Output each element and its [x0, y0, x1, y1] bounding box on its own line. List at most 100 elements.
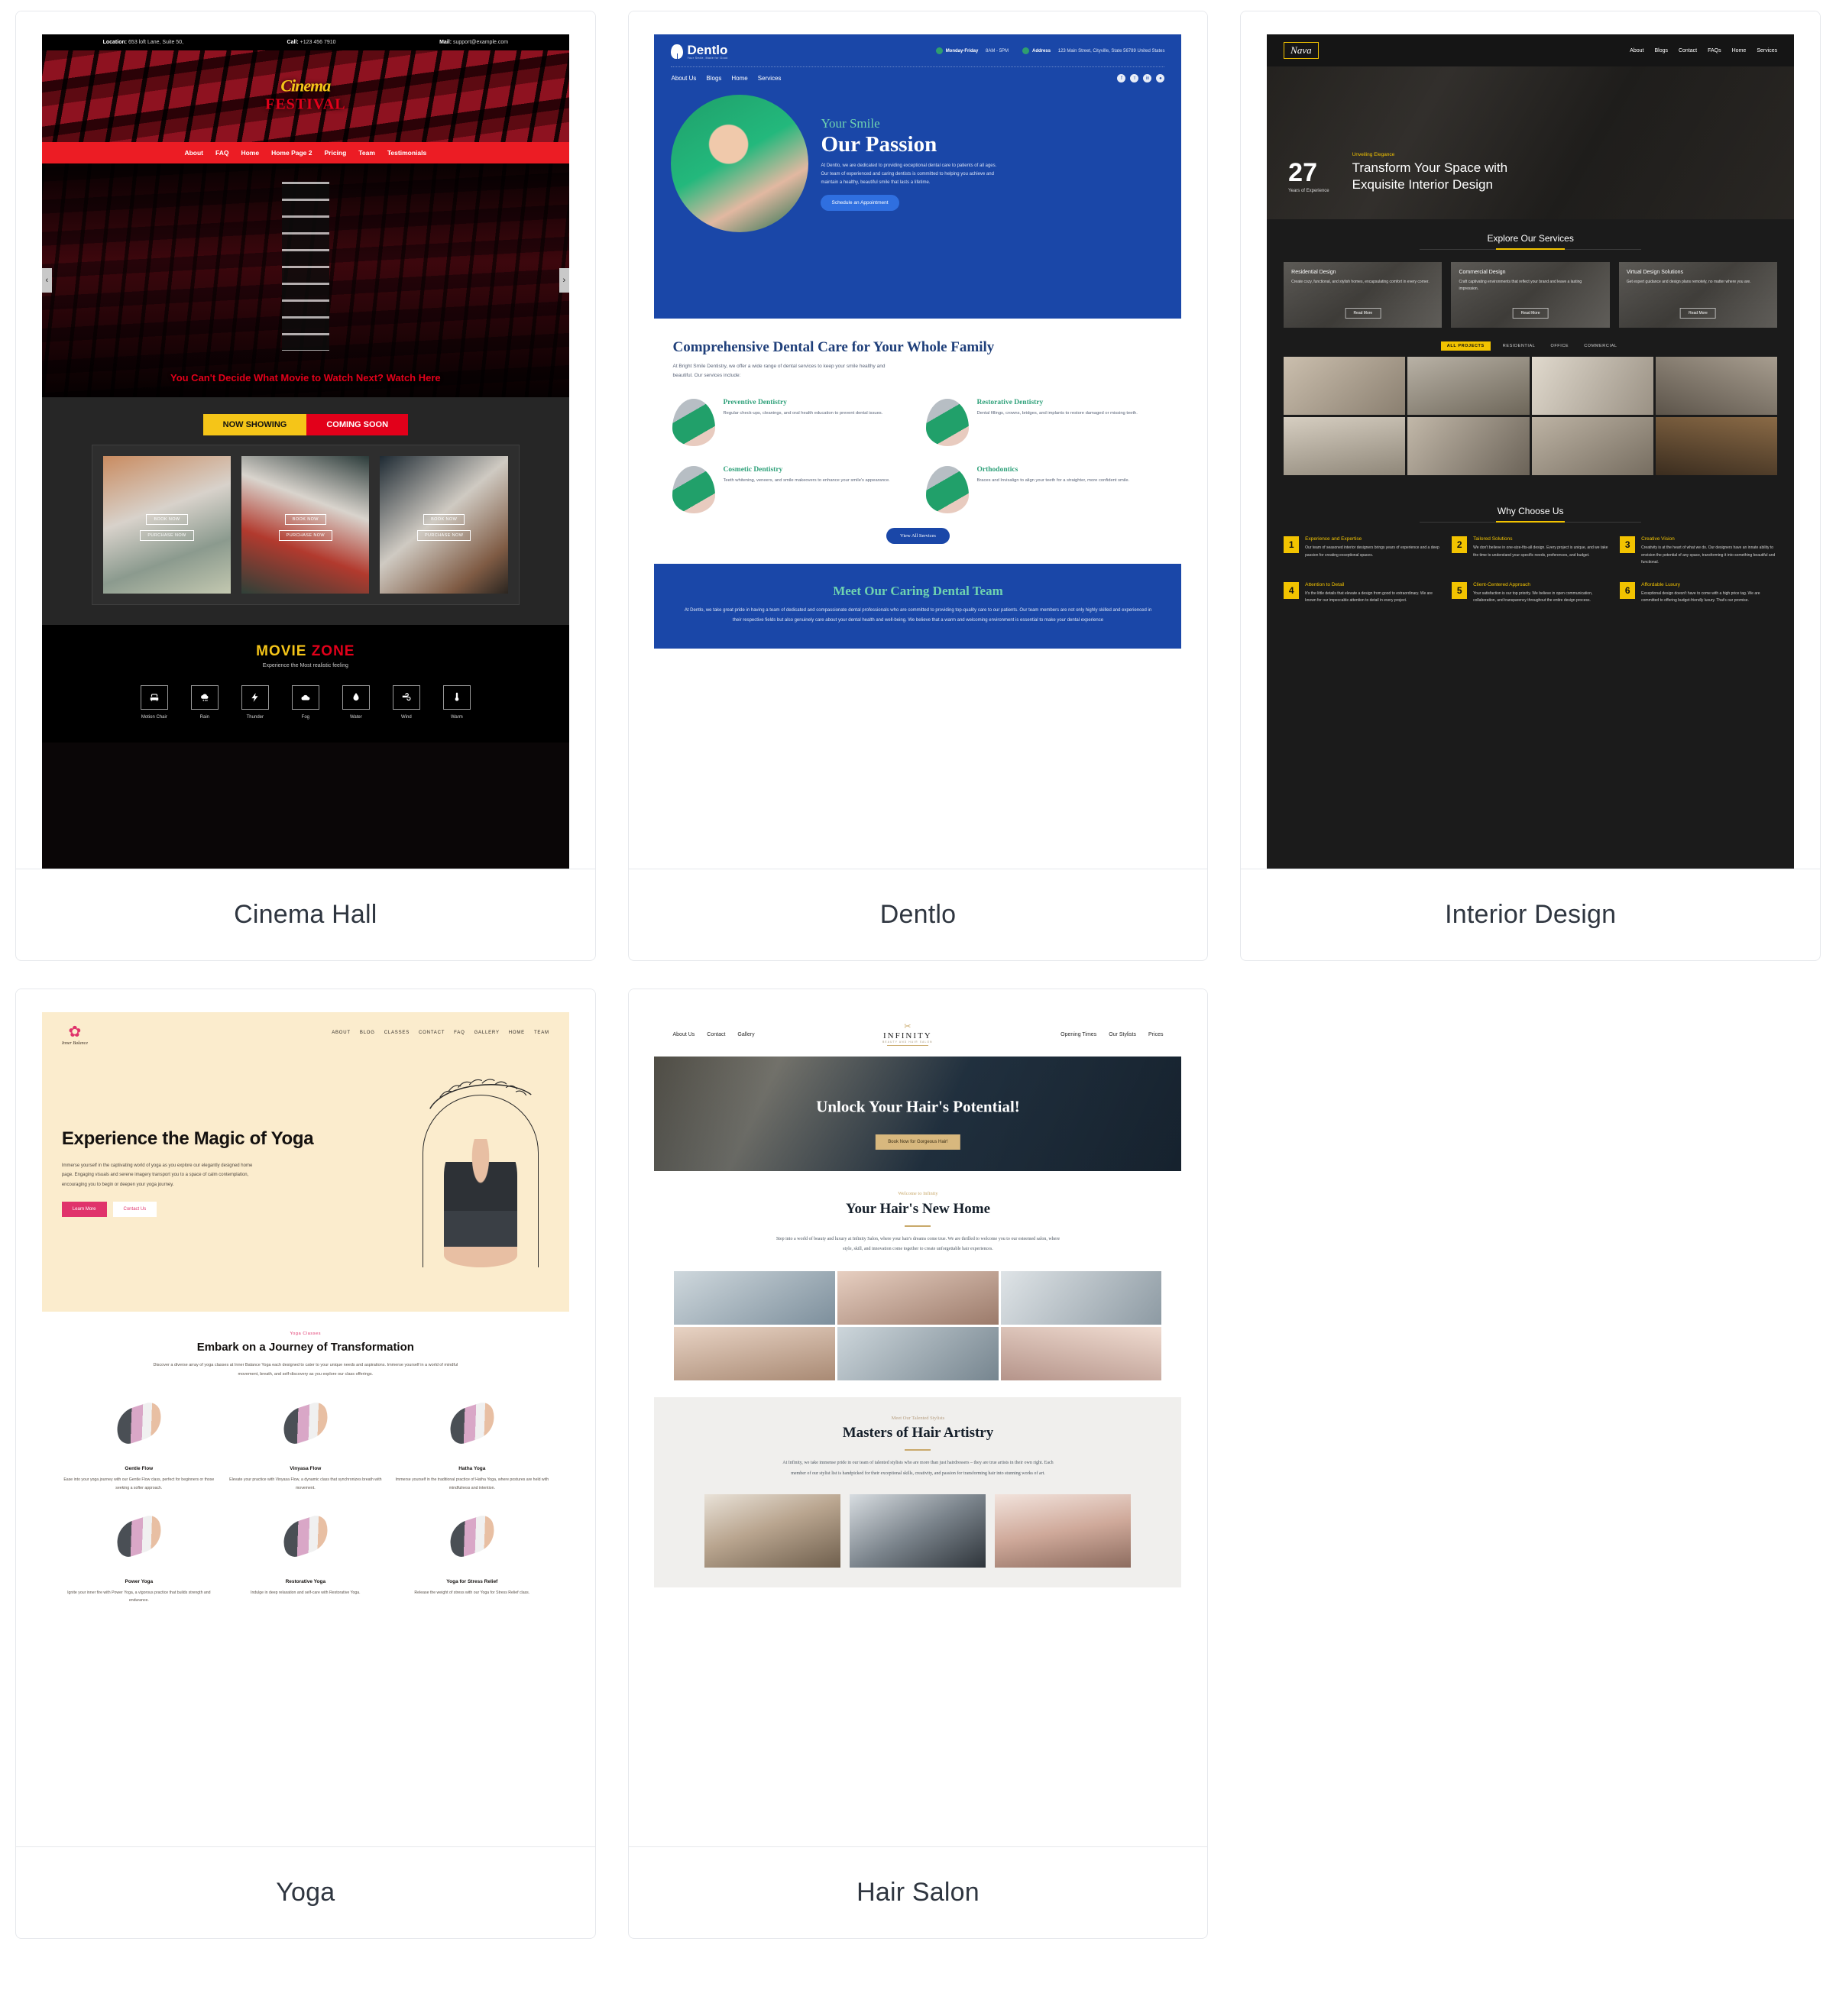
- feature-thunder[interactable]: Thunder: [241, 685, 269, 720]
- stylist-photo[interactable]: [850, 1493, 986, 1568]
- feature-motion-chair[interactable]: Motion Chair: [140, 685, 168, 720]
- yoga-nav-item[interactable]: HOME: [509, 1031, 525, 1035]
- book-now-button[interactable]: Book Now for Gorgeous Hair!: [876, 1134, 960, 1150]
- feature-fog[interactable]: Fog: [291, 685, 319, 720]
- purchase-now-button[interactable]: PURCHASE NOW: [278, 529, 332, 541]
- service-item[interactable]: Preventive Dentistry Regular check-ups, c…: [672, 399, 909, 447]
- hair-nav-item[interactable]: Contact: [707, 1032, 725, 1037]
- slider-prev-icon[interactable]: ‹: [41, 268, 52, 293]
- dentlo-nav-item[interactable]: Services: [758, 75, 782, 82]
- yoga-nav[interactable]: ABOUT BLOG CLASSES CONTACT FAQ GALLERY H…: [332, 1024, 549, 1035]
- yoga-hero-buttons[interactable]: Learn More Contact Us: [61, 1202, 400, 1218]
- interior-nav-item[interactable]: Services: [1757, 48, 1777, 53]
- interior-nav[interactable]: About Blogs Contact FAQs Home Services: [1630, 48, 1777, 53]
- yoga-class-card[interactable]: Yoga for Stress Relief Release the weigh…: [395, 1510, 549, 1605]
- gallery-image[interactable]: [1655, 357, 1778, 415]
- gallery-image[interactable]: [837, 1271, 999, 1325]
- learn-more-button[interactable]: Learn More: [61, 1202, 107, 1218]
- dentlo-nav-item[interactable]: About Us: [671, 75, 696, 82]
- gallery-image[interactable]: [1000, 1327, 1162, 1381]
- yoga-nav-item[interactable]: FAQ: [454, 1031, 465, 1035]
- slider-next-icon[interactable]: ›: [559, 268, 569, 293]
- purchase-now-button[interactable]: PURCHASE NOW: [416, 529, 471, 541]
- preview-hair-salon[interactable]: About Us Contact Gallery ✂ INFINITY BEAU…: [628, 989, 1208, 1846]
- book-now-button[interactable]: BOOK NOW: [284, 513, 326, 525]
- gallery-image[interactable]: [1655, 417, 1778, 475]
- read-more-button[interactable]: Read More: [1680, 308, 1716, 319]
- purchase-now-button[interactable]: PURCHASE NOW: [140, 529, 194, 541]
- book-now-button[interactable]: BOOK NOW: [423, 513, 465, 525]
- cinema-logo[interactable]: Cinema FESTIVAL: [265, 76, 345, 113]
- yoga-class-card[interactable]: Vinyasa Flow Elevate your practice with …: [228, 1397, 383, 1492]
- filter-residential[interactable]: RESIDENTIAL: [1500, 341, 1539, 351]
- poster-actions[interactable]: BOOK NOW PURCHASE NOW: [380, 513, 507, 541]
- feature-wind[interactable]: Wind: [392, 685, 420, 720]
- gallery-image[interactable]: [1284, 417, 1406, 475]
- cinema-nav[interactable]: About FAQ Home Home Page 2 Pricing Team …: [41, 142, 569, 163]
- feature-warm[interactable]: Warm: [442, 685, 471, 720]
- interior-nav-item[interactable]: About: [1630, 48, 1643, 53]
- filter-commercial[interactable]: COMMERCIAL: [1581, 341, 1620, 351]
- cinema-nav-item[interactable]: Team: [358, 149, 375, 157]
- hair-nav-left[interactable]: About Us Contact Gallery: [672, 1032, 754, 1037]
- facebook-icon[interactable]: f: [1117, 74, 1126, 83]
- filter-office[interactable]: OFFICE: [1547, 341, 1572, 351]
- cinema-watch-link[interactable]: Watch Here: [387, 372, 441, 383]
- read-more-button[interactable]: Read More: [1345, 308, 1381, 319]
- interior-nav-item[interactable]: Blogs: [1654, 48, 1668, 53]
- cinema-nav-item[interactable]: About: [184, 149, 203, 157]
- yoga-class-card[interactable]: Power Yoga Ignite your inner fire with P…: [62, 1510, 216, 1605]
- infinity-logo[interactable]: ✂ INFINITY BEAUTY AND HAIR SALON: [882, 1023, 933, 1046]
- yoga-class-card[interactable]: Hatha Yoga Immerse yourself in the tradi…: [395, 1397, 549, 1492]
- template-card-dentlo[interactable]: Dentlo Your Smile, Made for Good Monday-…: [627, 11, 1209, 961]
- feature-rain[interactable]: Rain: [190, 685, 219, 720]
- yoga-logo[interactable]: ✿ Inner Balance: [62, 1024, 88, 1046]
- yoga-nav-item[interactable]: TEAM: [534, 1031, 549, 1035]
- cinema-nav-item[interactable]: Testimonials: [387, 149, 426, 157]
- dentlo-nav-item[interactable]: Home: [731, 75, 747, 82]
- service-card[interactable]: Virtual Design Solutions Get expert guid…: [1619, 262, 1777, 328]
- cinema-nav-item[interactable]: FAQ: [215, 149, 228, 157]
- read-more-button[interactable]: Read More: [1512, 308, 1549, 319]
- yoga-class-card[interactable]: Restorative Yoga Indulge in deep relaxat…: [228, 1510, 383, 1605]
- template-card-cinema-hall[interactable]: Location: 653 loft Lane, Suite 50, Call:…: [15, 11, 596, 961]
- service-card[interactable]: Residential Design Create cozy, function…: [1284, 262, 1442, 328]
- filter-all-projects[interactable]: ALL PROJECTS: [1440, 341, 1491, 351]
- template-card-hair-salon[interactable]: About Us Contact Gallery ✂ INFINITY BEAU…: [627, 989, 1209, 1939]
- yoga-nav-item[interactable]: CLASSES: [384, 1031, 410, 1035]
- template-card-interior-design[interactable]: Nava About Blogs Contact FAQs Home Servi…: [1240, 11, 1821, 961]
- movie-poster[interactable]: BOOK NOW PURCHASE NOW: [102, 456, 232, 594]
- service-item[interactable]: Restorative Dentistry Dental fillings, cr…: [926, 399, 1163, 447]
- hair-nav-item[interactable]: About Us: [672, 1032, 695, 1037]
- globe-icon[interactable]: ●: [1156, 74, 1165, 83]
- gallery-image[interactable]: [1407, 417, 1530, 475]
- gallery-image[interactable]: [674, 1271, 836, 1325]
- schedule-appointment-button[interactable]: Schedule an Appointment: [821, 195, 899, 212]
- tab-coming-soon[interactable]: COMING SOON: [306, 414, 409, 435]
- dentlo-logo[interactable]: Dentlo Your Smile, Made for Good: [671, 44, 727, 60]
- nava-logo[interactable]: Nava: [1284, 42, 1319, 59]
- preview-interior-design[interactable]: Nava About Blogs Contact FAQs Home Servi…: [1241, 11, 1820, 869]
- stylist-photo[interactable]: [995, 1493, 1132, 1568]
- service-item[interactable]: Orthodontics Braces and Invisalign to ali…: [926, 466, 1163, 514]
- stylist-photo[interactable]: [704, 1493, 841, 1568]
- cinema-nav-item[interactable]: Home Page 2: [271, 149, 312, 157]
- poster-actions[interactable]: BOOK NOW PURCHASE NOW: [103, 513, 231, 541]
- preview-dentlo[interactable]: Dentlo Your Smile, Made for Good Monday-…: [628, 11, 1208, 869]
- book-now-button[interactable]: BOOK NOW: [146, 513, 188, 525]
- yoga-class-card[interactable]: Gentle Flow Ease into your yoga journey …: [62, 1397, 216, 1492]
- template-card-yoga[interactable]: ✿ Inner Balance ABOUT BLOG CLASSES CONTA…: [15, 989, 596, 1939]
- gallery-image[interactable]: [1531, 357, 1653, 415]
- dentlo-nav-item[interactable]: Blogs: [706, 75, 721, 82]
- cinema-nav-item[interactable]: Pricing: [324, 149, 346, 157]
- preview-cinema-hall[interactable]: Location: 653 loft Lane, Suite 50, Call:…: [16, 11, 595, 869]
- yoga-nav-item[interactable]: BLOG: [360, 1031, 375, 1035]
- twitter-icon[interactable]: ᴛ: [1130, 74, 1139, 83]
- yoga-nav-item[interactable]: CONTACT: [419, 1031, 445, 1035]
- hair-nav-item[interactable]: Gallery: [737, 1032, 754, 1037]
- tab-now-showing[interactable]: NOW SHOWING: [202, 414, 307, 435]
- poster-actions[interactable]: BOOK NOW PURCHASE NOW: [241, 513, 369, 541]
- dentlo-nav[interactable]: About Us Blogs Home Services: [671, 75, 781, 82]
- interior-nav-item[interactable]: Home: [1732, 48, 1747, 53]
- hair-nav-item[interactable]: Our Stylists: [1109, 1032, 1136, 1037]
